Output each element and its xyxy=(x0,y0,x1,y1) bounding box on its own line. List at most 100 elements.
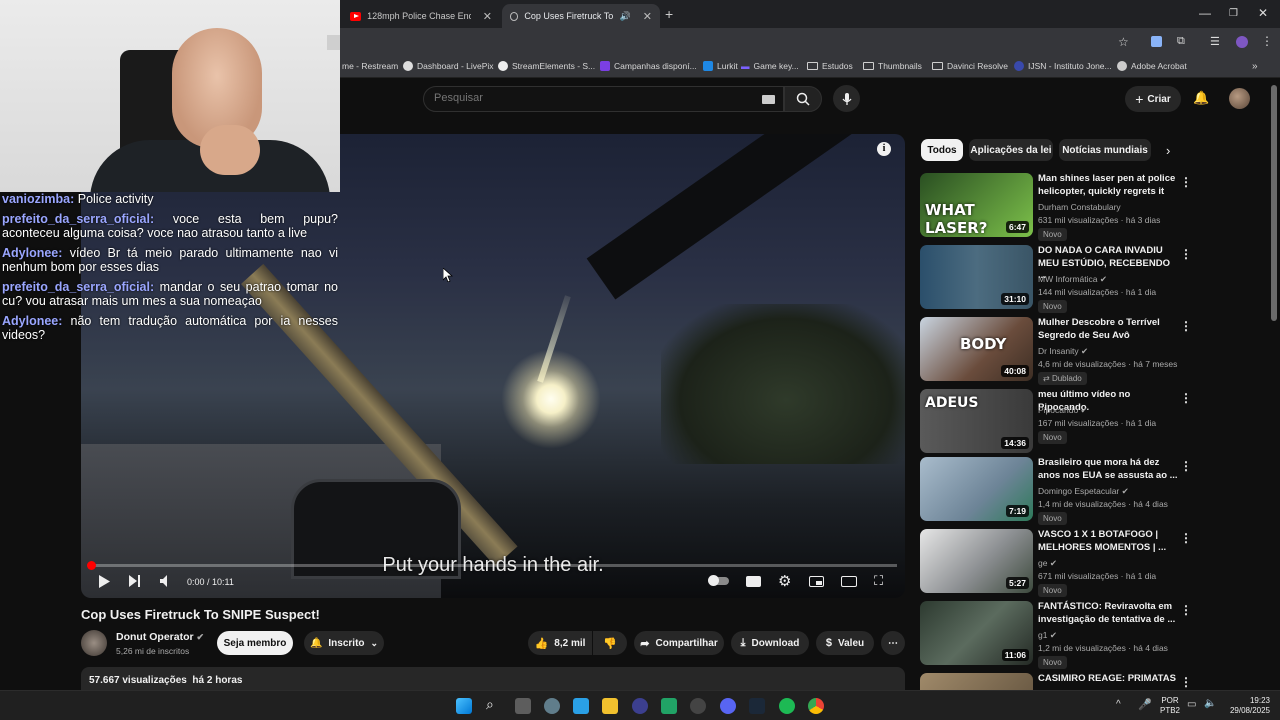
star-bookmark-icon[interactable]: ☆ xyxy=(1118,35,1129,49)
create-button[interactable]: + Criar xyxy=(1125,86,1181,112)
bookmark-livepix[interactable]: Dashboard - LivePix xyxy=(403,61,494,71)
chrome-menu-icon[interactable]: ⋮ xyxy=(1261,34,1273,48)
media-control-icon[interactable]: ☰ xyxy=(1210,35,1220,48)
more-vert-icon[interactable]: ⋮ xyxy=(1180,531,1192,545)
miniplayer-icon[interactable] xyxy=(809,572,824,590)
volume-icon[interactable] xyxy=(160,572,172,590)
profile-icon[interactable] xyxy=(1236,36,1248,48)
like-button[interactable]: 👍 8,2 mil xyxy=(528,631,592,655)
search-icon[interactable]: ⌕ xyxy=(486,696,494,713)
settings-gear-icon[interactable]: ⚙ xyxy=(778,572,791,590)
share-button[interactable]: ➦ Compartilhar xyxy=(634,631,724,655)
minimize-icon[interactable]: — xyxy=(1199,6,1211,20)
chevron-right-icon[interactable]: › xyxy=(1166,143,1170,158)
audio-icon[interactable]: 🔊 xyxy=(620,11,631,22)
rec-channel[interactable]: Pipocando ✔ xyxy=(1038,405,1088,416)
recommended-video[interactable]: 7:19 Brasileiro que mora há dez anos nos… xyxy=(920,457,1270,525)
avatar[interactable] xyxy=(1229,88,1250,109)
more-vert-icon[interactable]: ⋮ xyxy=(1180,247,1192,261)
restore-icon[interactable]: ❐ xyxy=(1229,8,1238,19)
tray-chevron-icon[interactable]: ^ xyxy=(1116,699,1121,710)
chip-todos[interactable]: Todos xyxy=(921,139,963,161)
bookmark-game-key[interactable]: ▬ Game key... xyxy=(741,61,799,71)
rec-title[interactable]: Mulher Descobre o Terrível Segredo de Se… xyxy=(1038,317,1178,342)
discord-icon[interactable] xyxy=(720,698,736,714)
language-indicator[interactable]: POR PTB2 xyxy=(1160,696,1180,716)
channel-avatar[interactable] xyxy=(81,630,107,656)
speaker-icon[interactable]: 🔈 xyxy=(1204,698,1216,709)
more-vert-icon[interactable]: ⋮ xyxy=(1180,391,1192,405)
rec-channel[interactable]: Domingo Espetacular ✔ xyxy=(1038,486,1129,497)
keyboard-icon[interactable] xyxy=(762,95,775,104)
more-bookmarks-icon[interactable]: » xyxy=(1252,61,1258,72)
bookmark-thumbnails[interactable]: Thumbnails xyxy=(863,61,922,71)
recommended-video[interactable]: WHAT LASER? 6:47 Man shines laser pen at… xyxy=(920,173,1270,241)
scrollbar-thumb[interactable] xyxy=(1271,85,1277,321)
app-icon[interactable] xyxy=(661,698,677,714)
close-window-icon[interactable]: ✕ xyxy=(1258,6,1268,20)
bookmark-campanhas[interactable]: Campanhas disponí... xyxy=(600,61,697,71)
rec-channel[interactable]: g1 ✔ xyxy=(1038,630,1057,641)
settings-icon[interactable] xyxy=(544,698,560,714)
photos-icon[interactable] xyxy=(573,698,589,714)
video-thumbnail[interactable]: 31:10 xyxy=(920,245,1033,309)
notifications-bell-icon[interactable]: 🔔 xyxy=(1193,90,1209,106)
spotify-icon[interactable] xyxy=(779,698,795,714)
new-tab-button[interactable]: + xyxy=(665,6,673,22)
thanks-button[interactable]: $ Valeu xyxy=(816,631,874,655)
scrubber-handle[interactable] xyxy=(87,561,96,570)
next-icon[interactable] xyxy=(129,572,141,590)
dislike-button[interactable]: 👎 xyxy=(593,631,627,655)
search-button[interactable] xyxy=(784,86,822,112)
chip-aplicacoes[interactable]: Aplicações da lei xyxy=(969,139,1053,161)
rec-title[interactable]: Brasileiro que mora há dez anos nos EUA … xyxy=(1038,457,1178,482)
github-icon[interactable] xyxy=(690,698,706,714)
search-input[interactable] xyxy=(434,92,754,104)
bookmark-restream[interactable]: me - Restream xyxy=(342,61,398,71)
video-thumbnail[interactable]: 7:19 xyxy=(920,457,1033,521)
channel-name[interactable]: Donut Operator ✔ xyxy=(116,631,204,643)
recommended-video[interactable]: BODY 40:08 Mulher Descobre o Terrível Se… xyxy=(920,317,1270,385)
more-vert-icon[interactable]: ⋮ xyxy=(1180,675,1192,689)
subscribed-button[interactable]: 🔔 Inscrito ⌄ xyxy=(304,631,384,655)
close-tab-icon[interactable]: ✕ xyxy=(483,10,492,23)
chrome-icon[interactable] xyxy=(808,698,824,714)
chip-noticias[interactable]: Notícias mundiais xyxy=(1059,139,1151,161)
more-vert-icon[interactable]: ⋮ xyxy=(1180,175,1192,189)
tab-firetruck[interactable]: Cop Uses Firetruck To SNIP... 🔊 ✕ xyxy=(502,4,660,28)
voice-search-button[interactable] xyxy=(833,85,860,112)
play-icon[interactable] xyxy=(98,572,110,590)
puzzle-icon[interactable]: ⧉ xyxy=(1177,35,1185,48)
task-view-icon[interactable] xyxy=(515,698,531,714)
bookmark-lurkit[interactable]: Lurkit xyxy=(703,61,738,71)
rec-channel[interactable]: MW Informática ✔ xyxy=(1038,274,1107,285)
recommended-video[interactable]: 5:27 VASCO 1 X 1 BOTAFOGO | MELHORES MOM… xyxy=(920,529,1270,597)
rec-title[interactable]: Man shines laser pen at police helicopte… xyxy=(1038,173,1178,198)
steam-icon[interactable] xyxy=(749,698,765,714)
theater-mode-icon[interactable] xyxy=(841,572,857,590)
network-icon[interactable]: ▭ xyxy=(1187,699,1196,710)
autoplay-toggle[interactable] xyxy=(708,572,729,590)
rec-channel[interactable]: ge ✔ xyxy=(1038,558,1057,569)
bookmark-davinci[interactable]: Davinci Resolve xyxy=(932,61,1008,71)
video-thumbnail[interactable] xyxy=(920,673,1033,690)
file-explorer-icon[interactable] xyxy=(602,698,618,714)
recommended-video[interactable]: 11:06 FANTÁSTICO: Reviravolta em investi… xyxy=(920,601,1270,669)
rec-title[interactable]: CASIMIRO REAGE: PRIMATAS xyxy=(1038,673,1178,686)
more-vert-icon[interactable]: ⋮ xyxy=(1180,319,1192,333)
windows-start-icon[interactable] xyxy=(456,698,472,714)
recommended-video[interactable]: 31:10 DO NADA O CARA INVADIU MEU ESTÚDIO… xyxy=(920,245,1270,313)
bookmark-acrobat[interactable]: Adobe Acrobat xyxy=(1117,61,1187,71)
clock[interactable]: 19:23 29/08/2025 xyxy=(1224,696,1270,716)
video-thumbnail[interactable]: 5:27 xyxy=(920,529,1033,593)
video-thumbnail[interactable]: ADEUS 14:36 xyxy=(920,389,1033,453)
microphone-tray-icon[interactable]: 🎤 xyxy=(1138,698,1152,711)
rec-title[interactable]: VASCO 1 X 1 BOTAFOGO | MELHORES MOMENTOS… xyxy=(1038,529,1178,554)
close-tab-icon[interactable]: ✕ xyxy=(643,10,652,23)
bookmark-streamelements[interactable]: StreamElements - S... xyxy=(498,61,595,71)
more-actions-icon[interactable]: ⋯ xyxy=(881,631,905,655)
subtitles-icon[interactable] xyxy=(746,572,761,590)
join-button[interactable]: Seja membro xyxy=(217,631,293,655)
bookmark-ijsn[interactable]: IJSN - Instituto Jone... xyxy=(1014,61,1112,71)
bookmark-estudos[interactable]: Estudos xyxy=(807,61,853,71)
